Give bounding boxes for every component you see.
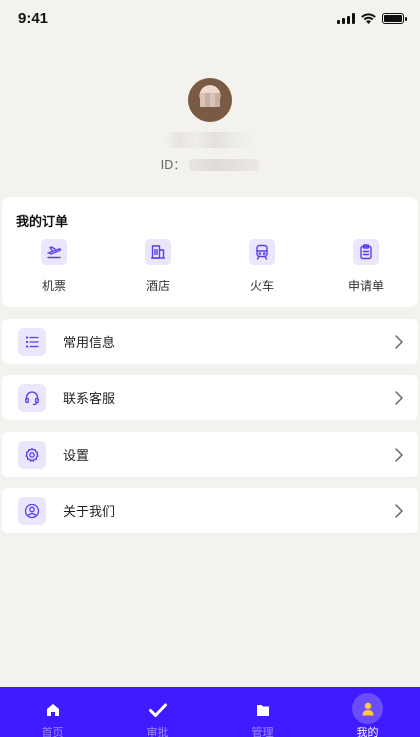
menu-item-settings[interactable]: 设置 (2, 432, 418, 477)
order-item-hotel[interactable]: 酒店 (106, 239, 210, 294)
active-tab-indicator (352, 693, 383, 724)
folder-icon (254, 701, 272, 719)
tab-label: 首页 (41, 726, 64, 737)
menu-label: 关于我们 (63, 505, 116, 520)
tab-label: 管理 (251, 726, 274, 737)
order-label: 机票 (41, 279, 66, 293)
profile-header: ••••• ID： •••••• (0, 78, 420, 173)
check-icon (148, 701, 167, 719)
my-orders-title: 我的订单 (16, 215, 69, 230)
order-item-flight[interactable]: 机票 (2, 239, 106, 294)
list-icon (18, 327, 46, 356)
avatar[interactable] (188, 78, 232, 122)
tab-mine[interactable]: 我的 (315, 687, 420, 737)
my-orders-card: 我的订单 机票 酒店 火车 申请单 (2, 197, 418, 307)
user-id-row: ID： •••••• (0, 156, 420, 173)
status-time: 9:41 (18, 9, 49, 27)
order-item-train[interactable]: 火车 (210, 239, 314, 294)
headset-icon (18, 383, 46, 412)
user-name: ••••• (165, 132, 255, 148)
order-label: 火车 (249, 279, 274, 293)
tab-approval[interactable]: 审批 (105, 687, 210, 737)
chevron-right-icon (395, 334, 403, 349)
bottom-tab-bar: 首页 审批 管理 我的 (0, 687, 420, 737)
menu-label: 联系客服 (63, 392, 116, 407)
train-icon (249, 239, 275, 265)
person-icon (362, 702, 373, 715)
user-id-label: ID： (160, 158, 186, 172)
chevron-right-icon (395, 503, 403, 518)
chevron-right-icon (395, 390, 403, 405)
home-icon (44, 701, 62, 719)
menu-item-about-us[interactable]: 关于我们 (2, 488, 418, 533)
tab-home[interactable]: 首页 (0, 687, 105, 737)
tab-label: 审批 (146, 726, 169, 737)
clipboard-icon (353, 239, 379, 265)
wifi-icon (361, 12, 376, 24)
tab-management[interactable]: 管理 (210, 687, 315, 737)
status-icons (337, 12, 407, 24)
gear-icon (18, 440, 46, 469)
menu-label: 设置 (63, 449, 90, 464)
hotel-icon (145, 239, 171, 265)
orders-grid: 机票 酒店 火车 申请单 (2, 239, 418, 294)
menu-label: 常用信息 (63, 336, 116, 351)
signal-icon (337, 12, 355, 24)
order-item-application[interactable]: 申请单 (314, 239, 418, 294)
battery-icon (382, 12, 407, 24)
plane-icon (41, 239, 67, 265)
user-id-value: •••••• (189, 158, 260, 171)
user-circle-icon (18, 496, 46, 525)
tab-label: 我的 (356, 726, 379, 737)
order-label: 酒店 (145, 279, 170, 293)
menu-item-common-info[interactable]: 常用信息 (2, 319, 418, 364)
chevron-right-icon (395, 447, 403, 462)
order-label: 申请单 (347, 279, 384, 293)
status-bar: 9:41 (0, 0, 420, 36)
menu-item-customer-service[interactable]: 联系客服 (2, 375, 418, 420)
